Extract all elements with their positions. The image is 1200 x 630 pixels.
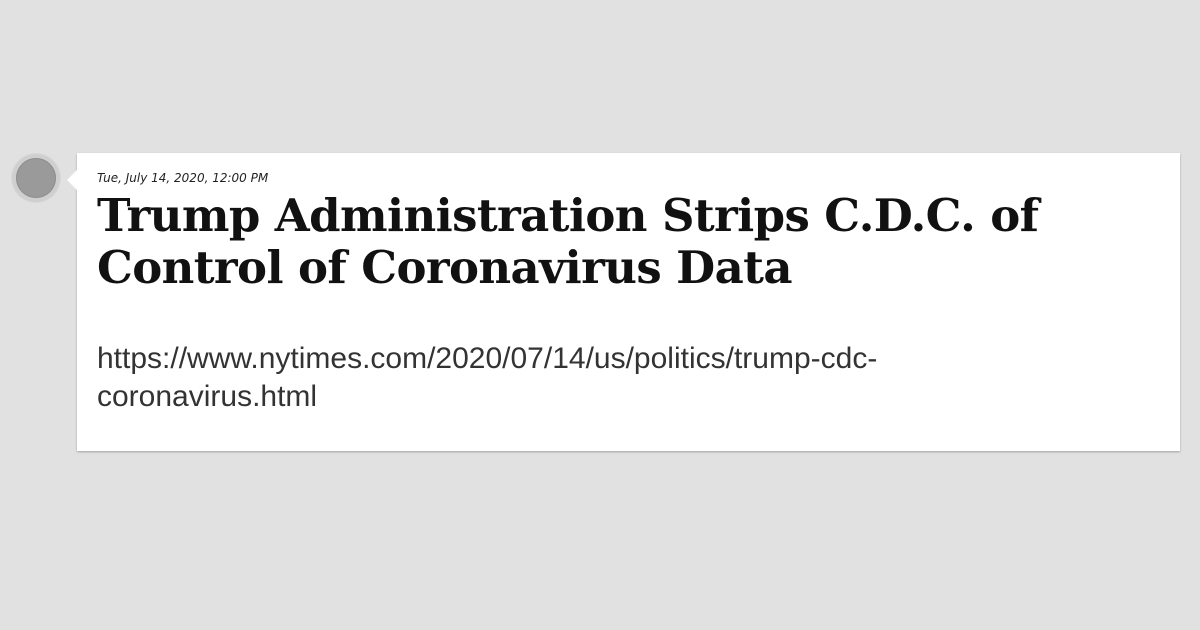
post-timestamp: Tue, July 14, 2020, 12:00 PM — [97, 171, 269, 185]
post-headline: Trump Administration Strips C.D.C. of Co… — [97, 189, 1039, 294]
timeline-dot-icon — [16, 158, 56, 198]
page: Tue, July 14, 2020, 12:00 PM Trump Admin… — [0, 0, 1200, 630]
card-pointer — [67, 170, 77, 190]
timeline-marker — [12, 154, 60, 202]
post-card: Tue, July 14, 2020, 12:00 PM Trump Admin… — [67, 153, 1180, 451]
post-url-link[interactable]: https://www.nytimes.com/2020/07/14/us/po… — [97, 340, 977, 416]
